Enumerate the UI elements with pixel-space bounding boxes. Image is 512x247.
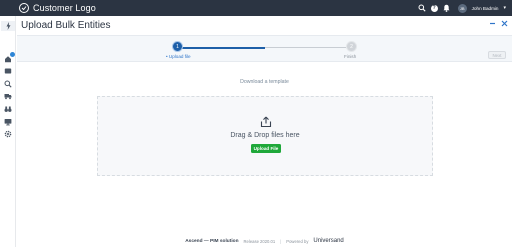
footer-product: Ascend — PIM solution xyxy=(185,238,239,244)
chevron-down-icon[interactable]: ▾ xyxy=(503,5,506,11)
inbox-icon[interactable] xyxy=(4,67,12,75)
stepper-progress-line xyxy=(178,47,265,49)
step-1-indicator[interactable]: 1 xyxy=(172,41,183,52)
logo-icon xyxy=(19,3,29,13)
footer-separator: | xyxy=(280,238,282,244)
step-2-indicator[interactable]: 2 xyxy=(346,41,357,52)
page-title: Upload Bulk Entities xyxy=(21,19,111,31)
user-name[interactable]: John Badmin xyxy=(472,6,499,11)
download-template-link[interactable]: Download a template xyxy=(0,79,512,85)
avatar[interactable]: JB xyxy=(457,3,467,13)
footer: Ascend — PIM solution Release 2020.01 | … xyxy=(0,238,512,244)
monitor-icon[interactable] xyxy=(4,118,12,126)
notification-badge xyxy=(10,52,15,57)
brand-name: Customer Logo xyxy=(33,3,96,13)
truck-icon[interactable] xyxy=(4,92,12,100)
upload-file-button[interactable]: Upload File xyxy=(251,144,281,153)
stepper: 1 2 • Upload file Finish Next xyxy=(17,35,512,62)
footer-powered-by: Powered by xyxy=(286,238,309,244)
search-icon[interactable] xyxy=(418,4,426,12)
dropzone-text: Drag & Drop files here xyxy=(230,132,300,139)
binoculars-icon[interactable] xyxy=(4,105,12,113)
step-2-label[interactable]: Finish xyxy=(344,54,356,59)
close-icon[interactable] xyxy=(501,20,508,29)
top-bar: Customer Logo ? JB John Badmin ▾ xyxy=(0,0,512,16)
footer-release: Release 2020.01 xyxy=(243,238,276,244)
bell-icon[interactable] xyxy=(443,4,451,12)
next-button[interactable]: Next xyxy=(488,51,506,59)
upload-icon xyxy=(260,115,272,128)
bolt-icon[interactable] xyxy=(1,21,15,31)
help-icon[interactable]: ? xyxy=(430,4,438,12)
file-dropzone[interactable]: Drag & Drop files here Upload File xyxy=(97,96,433,176)
gear-icon[interactable] xyxy=(4,130,12,138)
minimize-icon[interactable] xyxy=(489,20,496,29)
stepper-remaining-line xyxy=(265,47,346,48)
brand-logo[interactable]: Customer Logo xyxy=(19,3,96,13)
sidebar xyxy=(0,16,16,247)
footer-brand-logo: Universand xyxy=(313,238,344,244)
page-header: Upload Bulk Entities xyxy=(17,16,512,34)
step-1-label[interactable]: • Upload file xyxy=(166,54,191,59)
